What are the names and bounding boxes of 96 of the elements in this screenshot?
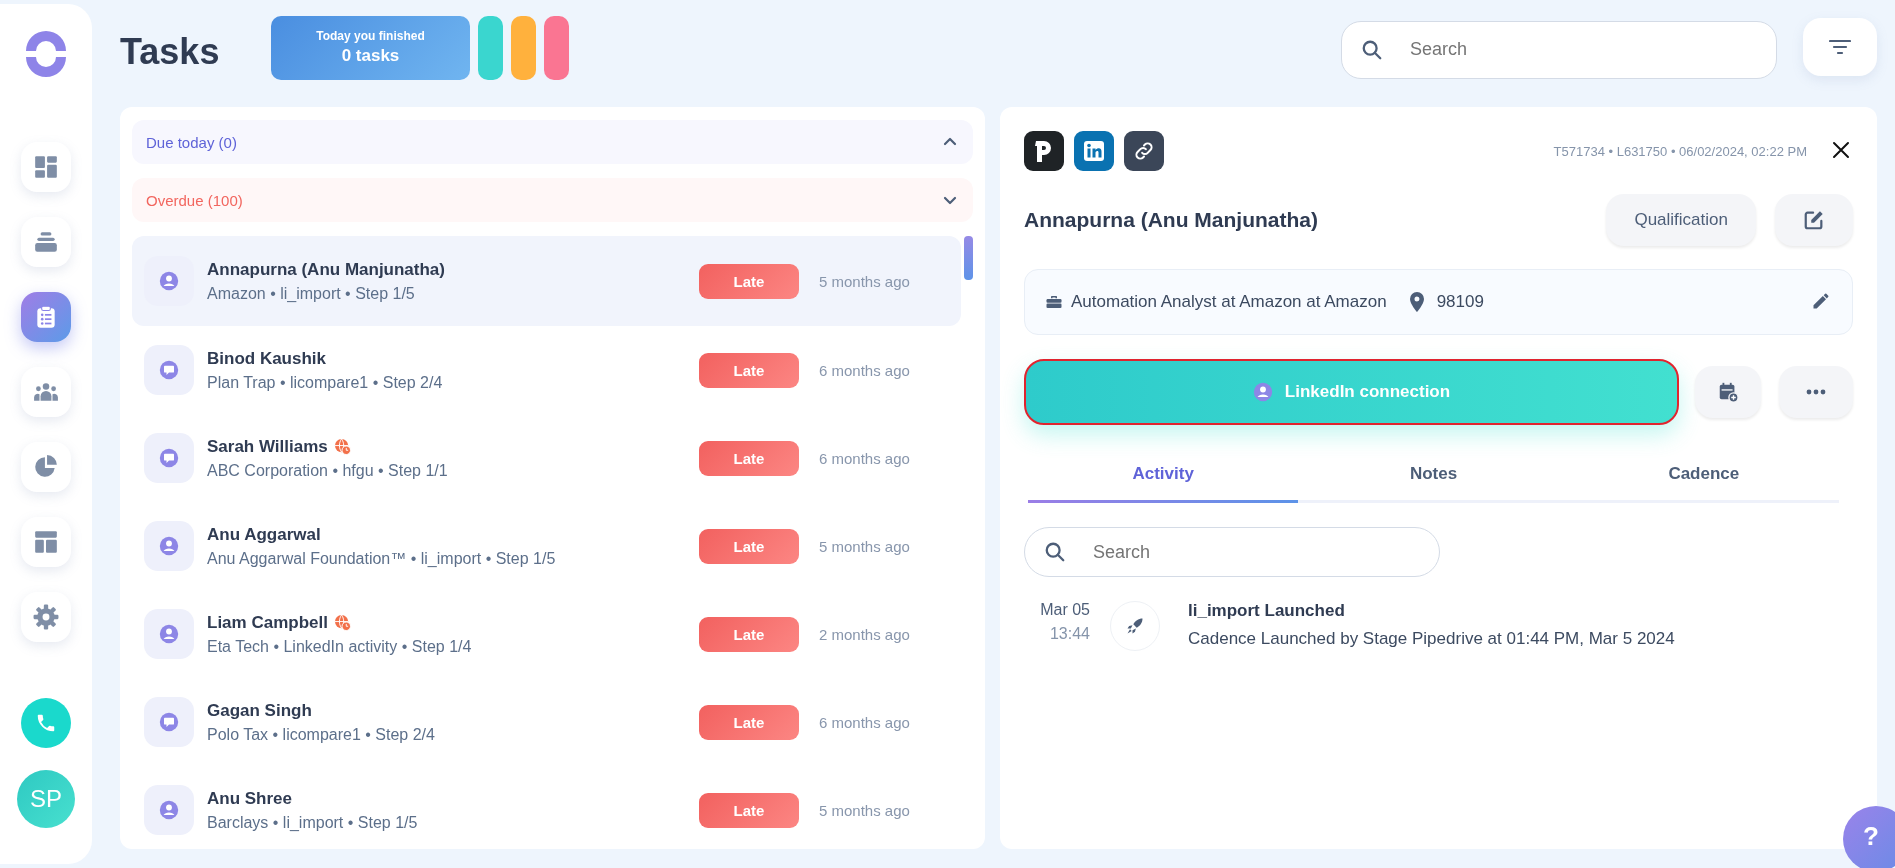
- task-name: Sarah Williams: [207, 436, 328, 457]
- page-title: Tasks: [120, 30, 221, 73]
- stack-icon: [33, 229, 59, 255]
- person-icon: [159, 800, 179, 820]
- late-badge: Late: [699, 528, 799, 564]
- linkedin-link[interactable]: [1074, 131, 1114, 171]
- task-details: Plan Trap • licompare1 • Step 2/4: [207, 373, 444, 392]
- person-icon: [159, 271, 179, 291]
- contact-name: Annapurna (Anu Manjunatha): [1024, 208, 1319, 232]
- task-time: 6 months ago: [818, 449, 911, 467]
- pipedrive-link[interactable]: [1024, 131, 1064, 171]
- nav-item[interactable]: [21, 367, 71, 417]
- section-label: Due today (0): [146, 133, 238, 151]
- schedule-button[interactable]: [1695, 366, 1761, 418]
- filter-icon: [1829, 38, 1851, 55]
- task-time: 5 months ago: [818, 272, 911, 290]
- phone-icon: [35, 712, 57, 734]
- qualification-button[interactable]: Qualification: [1606, 194, 1756, 246]
- rocket-icon: [1125, 616, 1145, 636]
- late-badge: Late: [699, 616, 799, 652]
- edit-icon: [1803, 209, 1825, 231]
- linkedin-icon: [1083, 140, 1105, 162]
- tab[interactable]: Cadence: [1568, 459, 1839, 503]
- task-details: Eta Tech • LinkedIn activity • Step 1/4: [207, 637, 473, 656]
- close-icon: [1831, 139, 1851, 160]
- task-row[interactable]: Gagan Singh Polo Tax • licompare1 • Step 2/4 Late 6 months ago: [132, 678, 961, 766]
- nav-item[interactable]: [21, 517, 71, 567]
- late-badge: Late: [699, 440, 799, 476]
- task-name: Anu Aggarwal: [207, 524, 321, 545]
- activity-title: li_import Launched: [1188, 601, 1346, 621]
- task-time: 5 months ago: [818, 801, 911, 819]
- more-icon: [1806, 389, 1826, 395]
- late-badge: Late: [699, 263, 799, 299]
- section-label: Overdue (100): [146, 191, 244, 209]
- search-field[interactable]: Search: [1341, 20, 1777, 79]
- task-details: Amazon • li_import • Step 1/5: [207, 284, 416, 303]
- task-time: 2 months ago: [818, 625, 911, 643]
- task-meta: T571734 • L631750 • 06/02/2024, 02:22 PM: [1553, 143, 1807, 159]
- job-title: Automation Analyst at Amazon at Amazon: [1071, 292, 1387, 312]
- task-name: Gagan Singh: [207, 700, 312, 721]
- nav-item[interactable]: [21, 217, 71, 267]
- task-details: ABC Corporation • hfgu • Step 1/1: [207, 461, 449, 480]
- finished-count: 0 tasks: [341, 46, 400, 66]
- task-row[interactable]: Sarah Williams ABC Corporation • hfgu • Step 1/1 Late 6 months ago: [132, 414, 961, 502]
- task-row[interactable]: Annapurna (Anu Manjunatha) Amazon • li_import • Step 1/5 Late 5 months ago: [132, 236, 961, 326]
- late-badge: Late: [699, 704, 799, 740]
- task-time: 6 months ago: [818, 713, 911, 731]
- person-icon: [1252, 382, 1273, 402]
- edit-button[interactable]: [1775, 194, 1853, 246]
- section-header[interactable]: Due today (0): [132, 120, 973, 164]
- status-pill[interactable]: [544, 15, 569, 80]
- activity-search-field[interactable]: Search: [1024, 527, 1440, 577]
- phone-button[interactable]: [21, 698, 71, 748]
- chat-icon: [159, 712, 179, 732]
- task-row[interactable]: Binod Kaushik Plan Trap • licompare1 • Step 2/4 Late 6 months ago: [132, 326, 961, 414]
- task-details: Polo Tax • licompare1 • Step 2/4: [207, 725, 436, 744]
- pie-chart-icon: [33, 454, 59, 480]
- nav-item[interactable]: [21, 292, 71, 342]
- link-icon: [1133, 140, 1155, 162]
- late-badge: Late: [699, 792, 799, 828]
- tab[interactable]: Notes: [1298, 459, 1569, 503]
- activity-time: 13:44: [1048, 625, 1090, 643]
- status-pill[interactable]: [511, 15, 536, 80]
- task-name: Binod Kaushik: [207, 348, 326, 369]
- nav-item[interactable]: [21, 442, 71, 492]
- person-icon: [159, 624, 179, 644]
- person-icon: [159, 536, 179, 556]
- activity-date: Mar 05: [1039, 601, 1090, 619]
- dashboard-icon: [33, 154, 59, 180]
- task-name: Anu Shree: [207, 788, 293, 809]
- task-row[interactable]: Anu Aggarwal Anu Aggarwal Foundation™ • li_import • Step 1/5 Late 5 months ago: [132, 502, 961, 590]
- layout-icon: [33, 529, 59, 555]
- settings-icon: [33, 604, 59, 630]
- task-row[interactable]: Anu Shree Barclays • li_import • Step 1/5 Late 5 months ago: [132, 766, 961, 836]
- task-time: 6 months ago: [818, 361, 911, 379]
- pencil-icon: [1811, 291, 1831, 311]
- task-name: Liam Campbell: [207, 612, 328, 633]
- nav-item[interactable]: [21, 592, 71, 642]
- task-row[interactable]: Liam Campbell Eta Tech • LinkedIn activity • Step 1/4 Late 2 months ago: [132, 590, 961, 678]
- finished-caption: Today you finished: [316, 29, 425, 43]
- tab[interactable]: Activity: [1028, 459, 1299, 503]
- zip-code: 98109: [1436, 292, 1485, 312]
- calendar-icon: [1717, 381, 1739, 403]
- activity-description: Cadence Launched by Stage Pipedrive at 01:44 PM, Mar 5 2024: [1188, 629, 1675, 649]
- chat-icon: [159, 448, 179, 468]
- nav-item[interactable]: [21, 142, 71, 192]
- late-badge: Late: [699, 352, 799, 388]
- task-time: 5 months ago: [818, 537, 911, 555]
- link-button[interactable]: [1124, 131, 1164, 171]
- scrollbar-thumb[interactable]: [964, 236, 973, 280]
- task-details: Anu Aggarwal Foundation™ • li_import • Step 1/5: [207, 549, 557, 568]
- task-details: Barclays • li_import • Step 1/5: [207, 813, 419, 832]
- briefcase-icon: [1045, 293, 1063, 311]
- chat-icon: [159, 360, 179, 380]
- task-name: Annapurna (Anu Manjunatha): [207, 259, 445, 280]
- location-pin-icon: [1408, 292, 1425, 312]
